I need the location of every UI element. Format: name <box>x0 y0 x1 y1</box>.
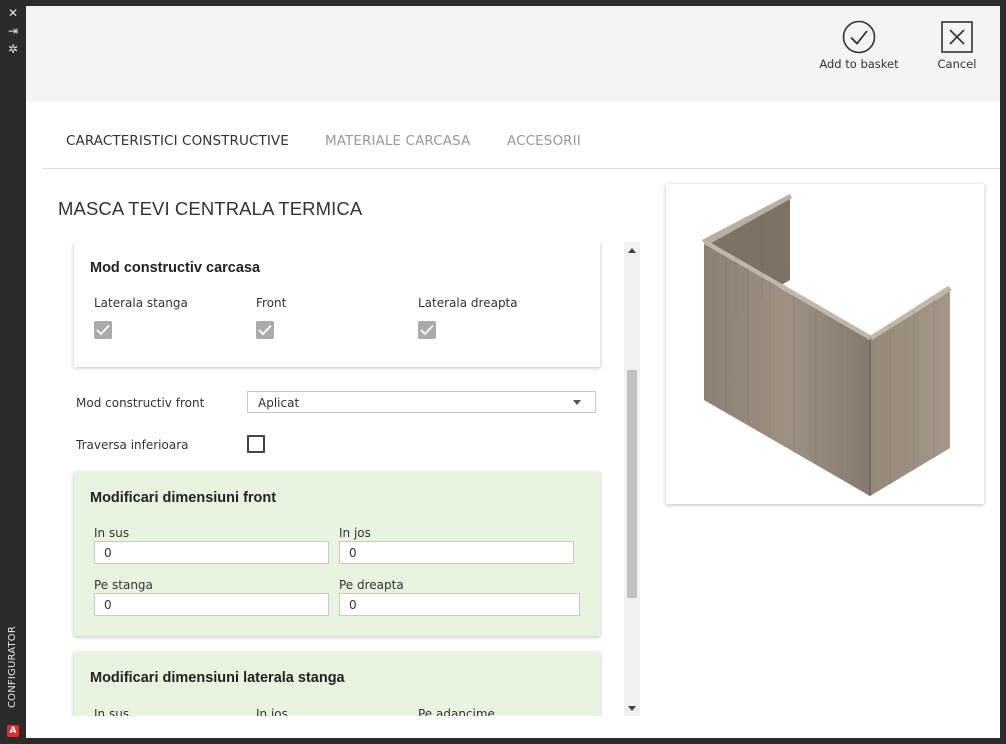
modificari-dimensiuni-laterala-stanga-card: Modificari dimensiuni laterala stanga In… <box>74 652 600 716</box>
form-scroll-area: Mod constructiv carcasa Laterala stanga … <box>66 242 640 716</box>
app-logo: A <box>7 725 19 737</box>
chevron-down-icon <box>573 400 581 405</box>
card-heading: Mod constructiv carcasa <box>90 260 261 276</box>
mod-constructiv-front-select[interactable]: Aplicat <box>247 391 596 413</box>
form-scrollbar[interactable] <box>624 242 640 716</box>
modificari-dimensiuni-front-card: Modificari dimensiuni front In sus In jo… <box>74 472 600 636</box>
option-label: Laterala stanga <box>94 296 188 310</box>
scroll-up-arrow-icon[interactable] <box>624 242 640 258</box>
check-circle-icon <box>842 20 876 54</box>
laterala-dreapta-checkbox[interactable] <box>418 321 436 339</box>
close-icon[interactable]: ✕ <box>5 6 21 20</box>
mod-constructiv-front-label: Mod constructiv front <box>76 396 205 410</box>
field-label: In jos <box>339 526 371 540</box>
left-sidebar: ✕ ⇥ ✲ CONFIGURATOR A <box>0 0 26 744</box>
field-label: In sus <box>94 707 130 716</box>
cancel-label: Cancel <box>937 57 977 71</box>
traversa-inferioara-checkbox[interactable] <box>247 435 265 453</box>
configurator-panel: Add to basket Cancel CARACTERISTICI CONS… <box>26 6 1000 738</box>
scrollbar-thumb[interactable] <box>627 370 637 598</box>
option-label: Laterala dreapta <box>418 296 518 310</box>
cancel-button[interactable]: Cancel <box>932 20 982 71</box>
product-preview <box>666 184 984 504</box>
laterala-stanga-checkbox[interactable] <box>94 321 112 339</box>
checkmark-icon <box>258 324 272 336</box>
settings-icon[interactable]: ✲ <box>5 42 21 56</box>
field-label: Pe stanga <box>94 578 153 592</box>
card-heading: Modificari dimensiuni front <box>90 490 277 506</box>
select-value: Aplicat <box>258 396 300 410</box>
traversa-inferioara-label: Traversa inferioara <box>76 438 189 452</box>
field-label: Pe dreapta <box>339 578 404 592</box>
field-label: In sus <box>94 526 130 540</box>
checkmark-icon <box>96 324 110 336</box>
tab-caracteristici-constructive[interactable]: CARACTERISTICI CONSTRUCTIVE <box>66 133 289 149</box>
configurator-label: CONFIGURATOR <box>7 625 18 709</box>
expand-icon[interactable]: ⇥ <box>5 24 21 38</box>
tab-accesorii[interactable]: ACCESORII <box>507 133 581 149</box>
scroll-down-arrow-icon[interactable] <box>624 700 640 716</box>
front-in-sus-input[interactable] <box>94 541 329 564</box>
front-pe-stanga-input[interactable] <box>94 593 329 616</box>
front-pe-dreapta-input[interactable] <box>339 593 580 616</box>
front-checkbox[interactable] <box>256 321 274 339</box>
page-title: MASCA TEVI CENTRALA TERMICA <box>58 198 363 219</box>
field-label: In jos <box>256 707 288 716</box>
mod-constructiv-carcasa-card: Mod constructiv carcasa Laterala stanga … <box>74 242 600 367</box>
tab-materiale-carcasa[interactable]: MATERIALE CARCASA <box>325 133 470 149</box>
field-label: Pe adancime <box>418 707 495 716</box>
checkmark-icon <box>420 324 434 336</box>
front-in-jos-input[interactable] <box>339 541 574 564</box>
tab-bar: CARACTERISTICI CONSTRUCTIVE MATERIALE CA… <box>42 102 1000 169</box>
cabinet-3d-render <box>702 194 952 496</box>
close-box-icon <box>941 21 973 53</box>
toolbar: Add to basket Cancel <box>26 6 1000 102</box>
add-to-basket-label: Add to basket <box>819 57 899 71</box>
add-to-basket-button[interactable]: Add to basket <box>816 20 902 71</box>
card-heading: Modificari dimensiuni laterala stanga <box>90 670 345 686</box>
option-label: Front <box>256 296 287 310</box>
